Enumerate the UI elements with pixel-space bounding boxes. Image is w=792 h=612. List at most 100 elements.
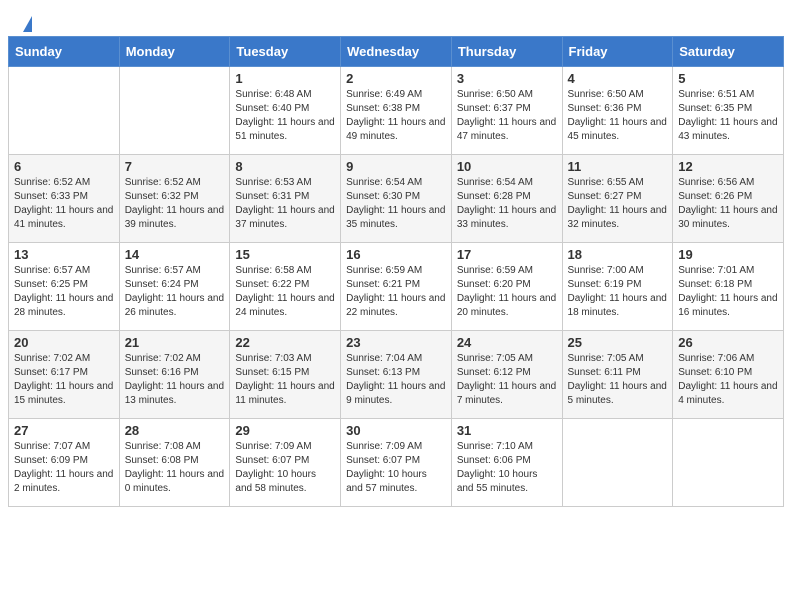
day-number: 26 (678, 335, 778, 350)
day-cell: 3 Sunrise: 6:50 AMSunset: 6:37 PMDaylight… (451, 67, 562, 155)
day-number: 2 (346, 71, 446, 86)
day-number: 21 (125, 335, 225, 350)
week-row-1: 6Sunrise: 6:52 AMSunset: 6:33 PMDaylight… (9, 155, 784, 243)
day-cell: 20 Sunrise: 7:02 AMSunset: 6:17 PMDayligh… (9, 331, 120, 419)
cell-details: Sunrise: 6:50 AMSunset: 6:37 PMDaylight:… (457, 88, 557, 144)
day-number: 25 (568, 335, 668, 350)
cell-details: Sunrise: 6:57 AMSunset: 6:25 PMDaylight:… (14, 264, 114, 320)
day-cell: 19Sunrise: 7:01 AMSunset: 6:18 PMDayligh… (673, 243, 784, 331)
day-cell: 25Sunrise: 7:05 AMSunset: 6:11 PMDayligh… (562, 331, 673, 419)
day-cell: 27 Sunrise: 7:07 AMSunset: 6:09 PMDayligh… (9, 419, 120, 507)
header-day-monday: Monday (119, 37, 230, 67)
day-cell: 17Sunrise: 6:59 AMSunset: 6:20 PMDayligh… (451, 243, 562, 331)
day-number: 19 (678, 247, 778, 262)
day-cell: 21 Sunrise: 7:02 AMSunset: 6:16 PMDayligh… (119, 331, 230, 419)
day-number: 22 (235, 335, 335, 350)
page-header (0, 0, 792, 36)
cell-details: Sunrise: 7:02 AMSunset: 6:16 PMDaylight:… (125, 352, 225, 408)
day-number: 8 (235, 159, 335, 174)
day-number: 15 (235, 247, 335, 262)
header-day-saturday: Saturday (673, 37, 784, 67)
cell-details: Sunrise: 6:59 AMSunset: 6:21 PMDaylight:… (346, 264, 446, 320)
day-cell: 10 Sunrise: 6:54 AMSunset: 6:28 PMDayligh… (451, 155, 562, 243)
cell-details: Sunrise: 7:04 AMSunset: 6:13 PMDaylight:… (346, 352, 446, 408)
logo-triangle-icon (23, 16, 32, 32)
day-cell: 9 Sunrise: 6:54 AMSunset: 6:30 PMDaylight… (341, 155, 452, 243)
day-cell: 1Sunrise: 6:48 AMSunset: 6:40 PMDaylight… (230, 67, 341, 155)
week-row-4: 27 Sunrise: 7:07 AMSunset: 6:09 PMDayligh… (9, 419, 784, 507)
header-day-friday: Friday (562, 37, 673, 67)
week-row-2: 13 Sunrise: 6:57 AMSunset: 6:25 PMDayligh… (9, 243, 784, 331)
day-number: 13 (14, 247, 114, 262)
cell-details: Sunrise: 6:56 AMSunset: 6:26 PMDaylight:… (678, 176, 778, 232)
cell-details: Sunrise: 7:07 AMSunset: 6:09 PMDaylight:… (14, 440, 114, 496)
header-day-tuesday: Tuesday (230, 37, 341, 67)
day-number: 3 (457, 71, 557, 86)
cell-details: Sunrise: 6:53 AMSunset: 6:31 PMDaylight:… (235, 176, 335, 232)
day-cell: 15 Sunrise: 6:58 AMSunset: 6:22 PMDayligh… (230, 243, 341, 331)
day-number: 11 (568, 159, 668, 174)
day-cell: 4 Sunrise: 6:50 AMSunset: 6:36 PMDaylight… (562, 67, 673, 155)
cell-details: Sunrise: 7:10 AMSunset: 6:06 PMDaylight:… (457, 440, 557, 496)
logo (20, 16, 32, 28)
week-row-0: 1Sunrise: 6:48 AMSunset: 6:40 PMDaylight… (9, 67, 784, 155)
day-cell: 13 Sunrise: 6:57 AMSunset: 6:25 PMDayligh… (9, 243, 120, 331)
day-cell: 12 Sunrise: 6:56 AMSunset: 6:26 PMDayligh… (673, 155, 784, 243)
day-cell (119, 67, 230, 155)
day-cell (9, 67, 120, 155)
day-number: 30 (346, 423, 446, 438)
day-cell: 11Sunrise: 6:55 AMSunset: 6:27 PMDayligh… (562, 155, 673, 243)
day-cell: 24Sunrise: 7:05 AMSunset: 6:12 PMDayligh… (451, 331, 562, 419)
cell-details: Sunrise: 7:02 AMSunset: 6:17 PMDaylight:… (14, 352, 114, 408)
day-number: 18 (568, 247, 668, 262)
day-cell: 28Sunrise: 7:08 AMSunset: 6:08 PMDayligh… (119, 419, 230, 507)
header-day-thursday: Thursday (451, 37, 562, 67)
day-cell: 6Sunrise: 6:52 AMSunset: 6:33 PMDaylight… (9, 155, 120, 243)
day-cell (673, 419, 784, 507)
day-number: 14 (125, 247, 225, 262)
day-cell: 18 Sunrise: 7:00 AMSunset: 6:19 PMDayligh… (562, 243, 673, 331)
day-number: 12 (678, 159, 778, 174)
day-number: 27 (14, 423, 114, 438)
cell-details: Sunrise: 7:09 AMSunset: 6:07 PMDaylight:… (346, 440, 446, 496)
day-number: 29 (235, 423, 335, 438)
calendar-body: 1Sunrise: 6:48 AMSunset: 6:40 PMDaylight… (9, 67, 784, 507)
day-number: 6 (14, 159, 114, 174)
day-number: 7 (125, 159, 225, 174)
day-cell: 22 Sunrise: 7:03 AMSunset: 6:15 PMDayligh… (230, 331, 341, 419)
header-row: SundayMondayTuesdayWednesdayThursdayFrid… (9, 37, 784, 67)
cell-details: Sunrise: 6:54 AMSunset: 6:28 PMDaylight:… (457, 176, 557, 232)
day-number: 28 (125, 423, 225, 438)
day-cell: 14Sunrise: 6:57 AMSunset: 6:24 PMDayligh… (119, 243, 230, 331)
day-cell: 31 Sunrise: 7:10 AMSunset: 6:06 PMDayligh… (451, 419, 562, 507)
day-number: 16 (346, 247, 446, 262)
day-number: 20 (14, 335, 114, 350)
day-number: 4 (568, 71, 668, 86)
day-number: 23 (346, 335, 446, 350)
day-cell: 8 Sunrise: 6:53 AMSunset: 6:31 PMDaylight… (230, 155, 341, 243)
day-number: 10 (457, 159, 557, 174)
day-cell: 7Sunrise: 6:52 AMSunset: 6:32 PMDaylight… (119, 155, 230, 243)
day-cell: 16 Sunrise: 6:59 AMSunset: 6:21 PMDayligh… (341, 243, 452, 331)
cell-details: Sunrise: 7:00 AMSunset: 6:19 PMDaylight:… (568, 264, 668, 320)
day-cell: 29Sunrise: 7:09 AMSunset: 6:07 PMDayligh… (230, 419, 341, 507)
cell-details: Sunrise: 6:54 AMSunset: 6:30 PMDaylight:… (346, 176, 446, 232)
day-number: 5 (678, 71, 778, 86)
cell-details: Sunrise: 6:58 AMSunset: 6:22 PMDaylight:… (235, 264, 335, 320)
cell-details: Sunrise: 7:05 AMSunset: 6:12 PMDaylight:… (457, 352, 557, 408)
cell-details: Sunrise: 7:06 AMSunset: 6:10 PMDaylight:… (678, 352, 778, 408)
day-number: 17 (457, 247, 557, 262)
day-number: 9 (346, 159, 446, 174)
day-cell: 5 Sunrise: 6:51 AMSunset: 6:35 PMDaylight… (673, 67, 784, 155)
header-day-wednesday: Wednesday (341, 37, 452, 67)
week-row-3: 20 Sunrise: 7:02 AMSunset: 6:17 PMDayligh… (9, 331, 784, 419)
day-number: 31 (457, 423, 557, 438)
day-cell: 30 Sunrise: 7:09 AMSunset: 6:07 PMDayligh… (341, 419, 452, 507)
cell-details: Sunrise: 6:50 AMSunset: 6:36 PMDaylight:… (568, 88, 668, 144)
cell-details: Sunrise: 6:51 AMSunset: 6:35 PMDaylight:… (678, 88, 778, 144)
cell-details: Sunrise: 7:03 AMSunset: 6:15 PMDaylight:… (235, 352, 335, 408)
cell-details: Sunrise: 6:49 AMSunset: 6:38 PMDaylight:… (346, 88, 446, 144)
cell-details: Sunrise: 6:48 AMSunset: 6:40 PMDaylight:… (235, 88, 335, 144)
calendar-table: SundayMondayTuesdayWednesdayThursdayFrid… (8, 36, 784, 507)
day-cell (562, 419, 673, 507)
